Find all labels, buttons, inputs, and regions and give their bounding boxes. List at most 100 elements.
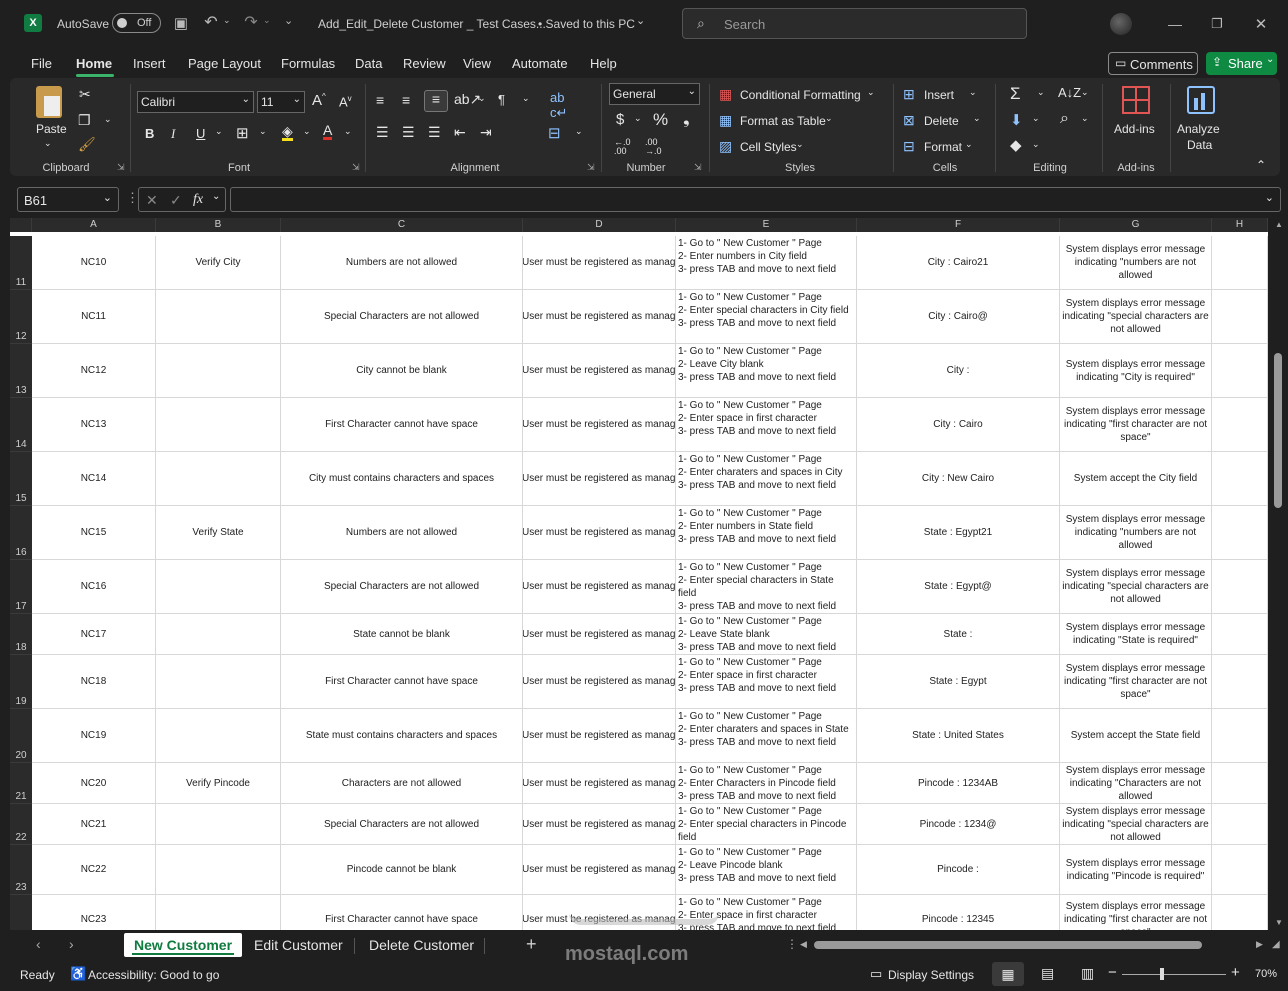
cell-e[interactable]: 1- Go to " New Customer " Page 2- Enter … bbox=[676, 452, 857, 506]
cell-g[interactable]: System displays error message indicating… bbox=[1060, 614, 1212, 655]
cell-e[interactable]: 1- Go to " New Customer " Page 2- Enter … bbox=[676, 290, 857, 344]
format-cells-label[interactable]: Format bbox=[924, 140, 962, 154]
formula-input[interactable]: ⌄ bbox=[230, 187, 1281, 212]
clear-dropdown-icon[interactable]: ⌄ bbox=[1032, 139, 1040, 150]
cell-h[interactable] bbox=[1212, 804, 1268, 845]
cell-h[interactable] bbox=[1212, 506, 1268, 560]
insert-cells-chevron-icon[interactable]: ⌄ bbox=[969, 87, 977, 98]
currency-dropdown-icon[interactable]: ⌄ bbox=[634, 113, 642, 124]
decrease-font-icon[interactable]: Av bbox=[339, 94, 352, 109]
cell-a[interactable]: NC14 bbox=[32, 452, 156, 506]
cell-f[interactable]: Pincode : 12345 bbox=[857, 895, 1060, 930]
cell-a[interactable]: NC12 bbox=[32, 344, 156, 398]
cell-f[interactable]: State : Egypt bbox=[857, 655, 1060, 709]
cell-f[interactable]: State : Egypt@ bbox=[857, 560, 1060, 614]
column-header[interactable]: C bbox=[281, 218, 523, 232]
cell-h[interactable] bbox=[1212, 560, 1268, 614]
font-color-icon[interactable]: A bbox=[323, 123, 333, 140]
cell-d[interactable]: User must be registered as manager bbox=[523, 709, 676, 763]
fill-color-icon[interactable]: ◈ bbox=[282, 124, 293, 141]
cell-h[interactable] bbox=[1212, 344, 1268, 398]
row-header[interactable]: 24 bbox=[10, 895, 32, 930]
delete-cells-label[interactable]: Delete bbox=[924, 114, 959, 128]
text-direction-icon[interactable]: ¶ bbox=[498, 92, 505, 107]
hscroll-right-icon[interactable]: ▶ bbox=[1256, 939, 1263, 950]
undo-icon[interactable]: ↶ bbox=[201, 12, 221, 32]
format-as-table-chevron-icon[interactable]: ⌄ bbox=[825, 113, 833, 124]
cell-b[interactable] bbox=[156, 655, 281, 709]
user-avatar[interactable] bbox=[1110, 13, 1132, 35]
cell-c[interactable]: First Character cannot have space bbox=[281, 895, 523, 930]
cell-g[interactable]: System displays error message indicating… bbox=[1060, 290, 1212, 344]
save-icon[interactable]: ▣ bbox=[172, 14, 190, 32]
copy-dropdown-icon[interactable]: ⌄ bbox=[104, 114, 112, 125]
cell-a[interactable]: NC10 bbox=[32, 236, 156, 290]
cell-f[interactable]: State : United States bbox=[857, 709, 1060, 763]
menu-home[interactable]: Home bbox=[76, 56, 112, 71]
delete-cells-icon[interactable]: ⊠ bbox=[903, 112, 915, 129]
vertical-scroll-thumb[interactable] bbox=[1274, 353, 1282, 508]
cell-f[interactable]: City : bbox=[857, 344, 1060, 398]
cell-c[interactable]: Numbers are not allowed bbox=[281, 506, 523, 560]
tab-new-customer[interactable]: New Customer bbox=[124, 933, 243, 957]
cell-g[interactable]: System displays error message indicating… bbox=[1060, 763, 1212, 804]
cell-b[interactable] bbox=[156, 614, 281, 655]
menu-formulas[interactable]: Formulas bbox=[281, 56, 335, 71]
confirm-entry-icon[interactable]: ✓ bbox=[170, 192, 182, 209]
cell-b[interactable] bbox=[156, 804, 281, 845]
cell-c[interactable]: Special Characters are not allowed bbox=[281, 290, 523, 344]
row-header[interactable]: 22 bbox=[10, 804, 32, 845]
cell-h[interactable] bbox=[1212, 709, 1268, 763]
align-top-icon[interactable]: ≡ bbox=[376, 92, 384, 108]
cell-e[interactable]: 1- Go to " New Customer " Page 2- Enter … bbox=[676, 560, 857, 614]
fx-chevron-icon[interactable]: ⌄ bbox=[212, 191, 220, 202]
currency-icon[interactable]: $ bbox=[616, 111, 624, 128]
zoom-level[interactable]: 70% bbox=[1255, 968, 1277, 980]
underline-dropdown-icon[interactable]: ⌄ bbox=[215, 126, 223, 137]
cell-d[interactable]: User must be registered as manager bbox=[523, 560, 676, 614]
column-header[interactable]: G bbox=[1060, 218, 1212, 232]
cell-c[interactable]: Pincode cannot be blank bbox=[281, 845, 523, 895]
italic-icon[interactable]: I bbox=[171, 126, 175, 142]
cell-h[interactable] bbox=[1212, 290, 1268, 344]
cell-g[interactable]: System accept the State field bbox=[1060, 709, 1212, 763]
row-header[interactable]: 19 bbox=[10, 655, 32, 709]
minimize-icon[interactable]: — bbox=[1165, 14, 1185, 34]
cell-a[interactable]: NC18 bbox=[32, 655, 156, 709]
close-icon[interactable]: ✕ bbox=[1251, 14, 1271, 34]
cell-d[interactable]: User must be registered as manager bbox=[523, 655, 676, 709]
share-button[interactable]: ⇪ Share ⌄ bbox=[1206, 52, 1277, 75]
cell-a[interactable]: NC16 bbox=[32, 560, 156, 614]
cell-e[interactable]: 1- Go to " New Customer " Page 2- Enter … bbox=[676, 398, 857, 452]
zoom-in-icon[interactable]: + bbox=[1231, 964, 1240, 981]
cell-e[interactable]: 1- Go to " New Customer " Page 2- Enter … bbox=[676, 655, 857, 709]
align-bottom-icon[interactable]: ≡ bbox=[424, 90, 448, 112]
menu-data[interactable]: Data bbox=[355, 56, 382, 71]
cell-e[interactable]: 1- Go to " New Customer " Page 2- Leave … bbox=[676, 614, 857, 655]
hscroll-left-icon[interactable]: ◀ bbox=[800, 939, 807, 950]
clear-icon[interactable]: ◆ bbox=[1010, 136, 1022, 154]
zoom-out-icon[interactable]: − bbox=[1108, 964, 1117, 981]
cell-d[interactable]: User must be registered as manager bbox=[523, 290, 676, 344]
menu-help[interactable]: Help bbox=[590, 56, 617, 71]
align-right-icon[interactable]: ☰ bbox=[428, 124, 441, 141]
cell-f[interactable]: City : Cairo21 bbox=[857, 236, 1060, 290]
column-header[interactable]: E bbox=[676, 218, 857, 232]
cell-b[interactable] bbox=[156, 845, 281, 895]
cell-g[interactable]: System displays error message indicating… bbox=[1060, 506, 1212, 560]
cell-e[interactable]: 1- Go to " New Customer " Page 2- Enter … bbox=[676, 506, 857, 560]
analyze-data-button[interactable]: Analyze Data bbox=[1175, 84, 1227, 156]
cell-e[interactable]: 1- Go to " New Customer " Page 2- Enter … bbox=[676, 709, 857, 763]
menu-file[interactable]: File bbox=[31, 56, 52, 71]
normal-view-icon[interactable]: ▦ bbox=[992, 962, 1024, 986]
search-box[interactable]: ⌕ Search bbox=[682, 8, 1027, 39]
cell-d[interactable]: User must be registered as manager bbox=[523, 804, 676, 845]
maximize-icon[interactable]: ❐ bbox=[1207, 14, 1227, 34]
cell-f[interactable]: Pincode : 1234@ bbox=[857, 804, 1060, 845]
tab-scroll-right-icon[interactable]: › bbox=[69, 936, 74, 952]
cell-a[interactable]: NC17 bbox=[32, 614, 156, 655]
redo-dropdown-icon[interactable]: ⌄ bbox=[263, 15, 271, 26]
menu-automate[interactable]: Automate bbox=[512, 56, 568, 71]
vertical-scrollbar[interactable]: ▲ ▼ bbox=[1270, 218, 1288, 930]
customize-qat-icon[interactable]: ⌄ bbox=[284, 14, 293, 27]
